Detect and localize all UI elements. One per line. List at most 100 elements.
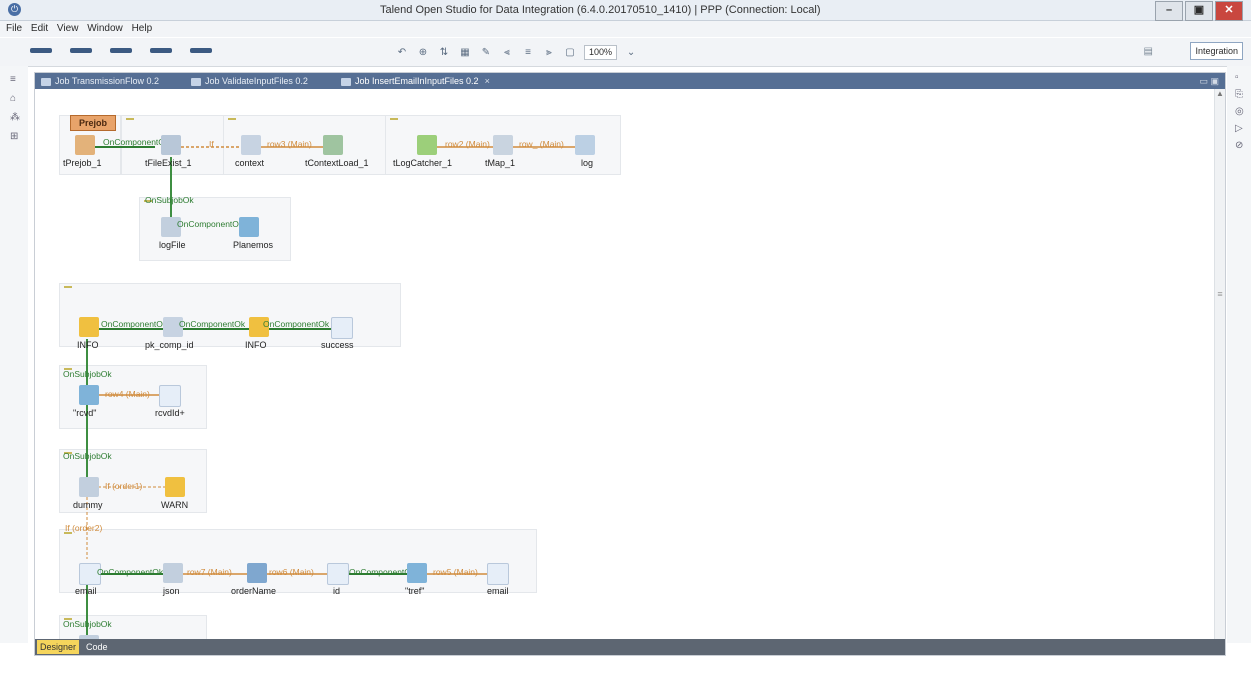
minimize-maximize-icons[interactable]: ▭ ▣ [1199, 76, 1219, 87]
label-email: email [75, 586, 97, 596]
log-icon [575, 135, 595, 155]
tcontextload-component[interactable] [323, 135, 343, 155]
scroll-grip[interactable]: ≡ [1215, 289, 1225, 299]
close-button[interactable]: ✕ [1215, 1, 1243, 21]
component-view-icon[interactable]: ◎ [1235, 106, 1251, 117]
designer-canvas[interactable]: Prejob tPrejob_1 OnComponentOk tFileExis… [35, 89, 1215, 639]
window-title: Talend Open Studio for Data Integration … [380, 4, 821, 16]
scroll-up-icon[interactable]: ▲ [1215, 89, 1225, 98]
id-component[interactable] [327, 563, 349, 585]
label-success: success [321, 340, 354, 350]
menu-file[interactable]: File [6, 23, 22, 34]
left-trim-bar: ≡ ⌂ ⁂ ⊞ [0, 66, 28, 643]
zoom-in-icon[interactable]: ⊕ [416, 46, 430, 60]
rcvd-component[interactable] [79, 385, 99, 405]
problems-view-icon[interactable]: ⊘ [1235, 140, 1251, 151]
outline-icon[interactable]: ⁂ [10, 112, 28, 123]
tab-job-validateinputfiles[interactable]: Job ValidateInputFiles 0.2 [189, 75, 308, 89]
planemos-component[interactable] [239, 217, 259, 237]
restore-icon[interactable]: ▫ [1235, 72, 1251, 83]
json-component[interactable] [163, 563, 183, 583]
tref-component[interactable] [407, 563, 427, 583]
link-label-oncomponentok: OnComponentOk [103, 137, 170, 147]
row-generator-icon [331, 317, 353, 339]
export-icon[interactable] [110, 48, 132, 53]
tlogcatcher-component[interactable] [417, 135, 437, 155]
palette-view-icon[interactable]: ⎘ [1235, 89, 1251, 100]
tmap-component[interactable] [493, 135, 513, 155]
success-component[interactable] [331, 317, 353, 339]
menu-help[interactable]: Help [132, 23, 153, 34]
row-generator-icon [487, 563, 509, 585]
ordername-component[interactable] [247, 563, 267, 583]
label-tref: "tref" [405, 586, 425, 596]
link-label-row: row_ (Main) [519, 139, 564, 149]
align-center-icon[interactable]: ≡ [521, 46, 535, 60]
context-component[interactable] [241, 135, 261, 155]
vertical-scrollbar[interactable]: ▲ ≡ [1214, 89, 1225, 639]
tfileexist-component[interactable] [161, 135, 181, 155]
label-planemos: Planemos [233, 240, 274, 250]
editor-bottom-tabs: Designer Code [35, 639, 1225, 655]
menu-edit[interactable]: Edit [31, 23, 48, 34]
db-icon [239, 217, 259, 237]
tprejob-component[interactable] [75, 135, 95, 155]
label-logfile: logFile [159, 240, 186, 250]
menu-view[interactable]: View [57, 23, 79, 34]
run-view-icon[interactable]: ▷ [1235, 123, 1251, 134]
tab-code[interactable]: Code [83, 640, 111, 654]
db-icon [407, 563, 427, 583]
label-email2: email [487, 586, 509, 596]
align-right-icon[interactable]: ⫸ [542, 46, 556, 60]
tab-job-transmissionflow[interactable]: Job TransmissionFlow 0.2 [39, 75, 159, 89]
link-label-row7: row7 (Main) [187, 567, 232, 577]
edit-icon[interactable]: ✎ [479, 46, 493, 60]
home-icon[interactable]: ⌂ [10, 93, 28, 104]
layout-icon[interactable]: ⇅ [437, 46, 451, 60]
minimize-button[interactable]: – [1155, 1, 1183, 21]
zoom-level[interactable]: 100% [584, 45, 618, 60]
undo-icon[interactable]: ↶ [395, 46, 409, 60]
label-pk-comp-id: pk_comp_id [145, 340, 194, 350]
rcvdid-component[interactable] [159, 385, 181, 407]
editor-tab-bar: Job TransmissionFlow 0.2 Job ValidateInp… [35, 73, 1225, 91]
save-icon[interactable] [70, 48, 92, 53]
label-dummy: dummy [73, 500, 103, 510]
label-tcontextload: tContextLoad_1 [305, 158, 369, 168]
job-icon [191, 78, 201, 86]
warning-icon [165, 477, 185, 497]
log-component[interactable] [575, 135, 595, 155]
email2-component[interactable] [487, 563, 509, 585]
tab-label: Job ValidateInputFiles 0.2 [205, 76, 308, 86]
close-tab-icon[interactable]: × [485, 76, 490, 86]
maximize-button[interactable]: ▣ [1185, 1, 1213, 21]
link-label-oncomponentok: OnComponentOk [101, 319, 168, 329]
log-catcher-icon [417, 135, 437, 155]
label-log: log [581, 158, 594, 168]
palette-icon[interactable]: ⊞ [10, 131, 28, 142]
email-component[interactable] [79, 563, 101, 585]
context-icon [241, 135, 261, 155]
toolbar-edit-group: ↶ ⊕ ⇅ ▦ ✎ ⫷ ≡ ⫸ ▢ 100% ⌄ [395, 45, 638, 60]
menu-window[interactable]: Window [87, 23, 123, 34]
map-icon [493, 135, 513, 155]
link-label-oncomponentok: OnComponentOk [177, 219, 244, 229]
page-icon[interactable]: ▢ [563, 46, 577, 60]
dummy-component[interactable] [79, 477, 99, 497]
debug-icon[interactable] [190, 48, 212, 53]
tab-label: Job TransmissionFlow 0.2 [55, 76, 160, 86]
run-icon[interactable] [150, 48, 172, 53]
grid-icon[interactable]: ▦ [458, 46, 472, 60]
file-icon [163, 563, 183, 583]
open-perspective-icon[interactable]: ▤ [1144, 46, 1153, 57]
info-warn-component[interactable] [79, 317, 99, 337]
label-id: id [333, 586, 341, 596]
repository-icon[interactable]: ≡ [10, 74, 28, 85]
perspective-button[interactable]: Integration [1190, 42, 1243, 60]
new-icon[interactable] [30, 48, 52, 53]
warn-component[interactable] [165, 477, 185, 497]
tab-designer[interactable]: Designer [37, 640, 80, 654]
align-left-icon[interactable]: ⫷ [500, 46, 514, 60]
label-tmap: tMap_1 [485, 158, 516, 168]
chevron-down-icon[interactable]: ⌄ [624, 46, 638, 60]
